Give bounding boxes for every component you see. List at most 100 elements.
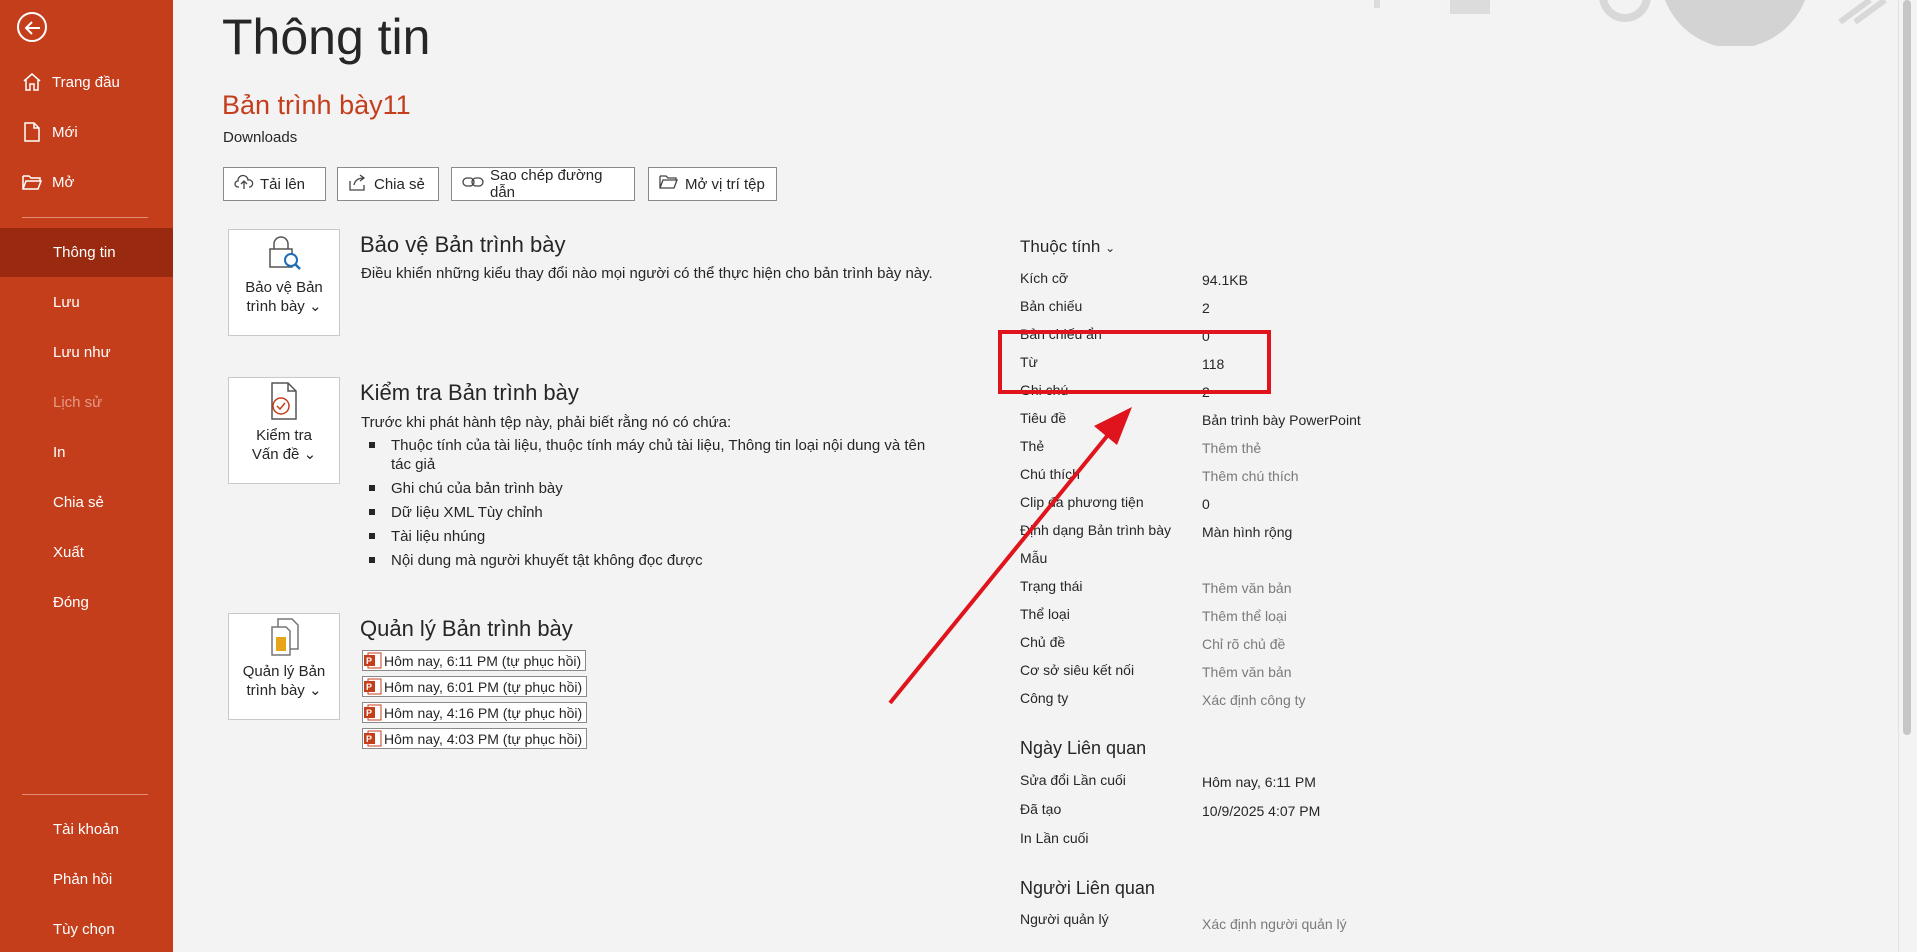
sidebar-divider — [22, 794, 148, 795]
chevron-down-icon: ⌄ — [308, 298, 322, 315]
list-item: Ghi chú của bản trình bày — [367, 479, 937, 498]
folder-icon — [659, 174, 679, 194]
sidebar-item-new[interactable]: Mới — [0, 109, 173, 155]
prop-value[interactable]: Bản trình bày PowerPoint — [1202, 412, 1361, 428]
powerpoint-file-icon: P — [364, 730, 382, 747]
backstage-sidebar: Trang đầu Mới Mở Thông tin Lưu Lưu như L… — [0, 0, 173, 952]
sidebar-item-label: Lưu — [53, 293, 80, 311]
sidebar-item-save[interactable]: Lưu — [0, 279, 173, 325]
home-icon — [21, 71, 43, 93]
prop-value: 2 — [1202, 300, 1210, 316]
manage-documents-icon — [266, 617, 302, 662]
sidebar-item-label: In — [53, 443, 66, 461]
chevron-down-icon: ⌄ — [303, 446, 317, 463]
prop-label: Người quản lý — [1020, 911, 1109, 927]
scrollbar-thumb[interactable] — [1903, 0, 1911, 735]
sidebar-item-options[interactable]: Tùy chọn — [0, 906, 173, 952]
hyperlink-base-field[interactable]: Thêm văn bản — [1202, 664, 1292, 680]
category-field[interactable]: Thêm thể loại — [1202, 608, 1287, 624]
comments-field[interactable]: Thêm chú thích — [1202, 468, 1299, 484]
sidebar-item-history: Lịch sử — [0, 379, 173, 425]
svg-text:P: P — [366, 682, 372, 692]
inspect-title: Kiểm tra Bản trình bày — [360, 380, 579, 405]
svg-text:P: P — [366, 734, 372, 744]
company-field[interactable]: Xác định công ty — [1202, 692, 1306, 708]
manage-button-label: Quản lý Bản — [242, 663, 326, 680]
autosave-version-item[interactable]: P Hôm nay, 4:16 PM (tự phục hồi) — [362, 702, 588, 723]
chevron-down-icon: ⌄ — [308, 682, 322, 699]
new-document-icon — [21, 121, 43, 143]
manager-field[interactable]: Xác định người quản lý — [1202, 916, 1347, 932]
prop-label: Bản chiếu — [1020, 298, 1083, 314]
open-file-location-button[interactable]: Mở vị trí tệp — [648, 167, 777, 201]
open-folder-icon — [21, 171, 43, 193]
autosave-version-item[interactable]: P Hôm nay, 6:11 PM (tự phục hồi) — [362, 650, 587, 671]
related-dates-header: Ngày Liên quan — [1020, 738, 1147, 758]
sidebar-item-save-as[interactable]: Lưu như — [0, 329, 173, 375]
properties-dropdown[interactable]: Thuộc tính ⌄ — [1020, 237, 1115, 257]
sidebar-item-label: Phản hồi — [53, 870, 113, 888]
prop-value: 94.1KB — [1202, 272, 1248, 288]
sidebar-item-label: Tùy chọn — [53, 920, 115, 938]
sidebar-item-account[interactable]: Tài khoản — [0, 806, 173, 852]
manage-title: Quản lý Bản trình bày — [360, 616, 573, 641]
annotation-highlight-box — [998, 330, 1271, 394]
autosave-version-item[interactable]: P Hôm nay, 6:01 PM (tự phục hồi) — [362, 676, 588, 697]
inspect-bullet-list: Thuộc tính của tài liệu, thuộc tính máy … — [367, 436, 937, 575]
inspect-button-label: Vấn đề — [251, 446, 300, 463]
sidebar-item-home[interactable]: Trang đầu — [0, 59, 173, 105]
prop-value: Màn hình rộng — [1202, 524, 1293, 540]
sidebar-item-label: Xuất — [53, 543, 84, 561]
document-name: Bản trình bày11 — [222, 90, 411, 120]
sidebar-item-label: Trang đầu — [52, 73, 120, 91]
share-button[interactable]: Chia sẻ — [337, 167, 439, 201]
prop-label: Sửa đổi Lần cuối — [1020, 772, 1126, 788]
sidebar-item-label: Thông tin — [53, 244, 116, 261]
sidebar-item-label: Lịch sử — [53, 393, 103, 411]
link-icon — [462, 175, 484, 193]
upload-button[interactable]: Tải lên — [223, 167, 326, 201]
protect-title: Bảo vệ Bản trình bày — [360, 232, 566, 257]
manage-presentation-button[interactable]: Quản lý Bản trình bày ⌄ — [228, 613, 340, 720]
check-for-issues-button[interactable]: Kiểm tra Vấn đề ⌄ — [228, 377, 340, 484]
chevron-down-icon: ⌄ — [1105, 241, 1116, 255]
tags-field[interactable]: Thêm thẻ — [1202, 440, 1261, 456]
sidebar-item-open[interactable]: Mở — [0, 159, 173, 205]
prop-value: 0 — [1202, 496, 1210, 512]
inspect-document-icon — [266, 381, 302, 426]
annotation-arrow — [888, 407, 1132, 705]
back-arrow-icon[interactable] — [17, 12, 47, 42]
document-path: Downloads — [223, 129, 298, 146]
powerpoint-file-icon: P — [364, 678, 382, 695]
sidebar-item-label: Lưu như — [53, 343, 111, 361]
sidebar-item-label: Chia sẻ — [53, 493, 104, 511]
sidebar-item-share[interactable]: Chia sẻ — [0, 479, 173, 525]
sidebar-item-label: Tài khoản — [53, 820, 119, 838]
protect-button-label: Bảo vệ Bản — [245, 279, 323, 296]
sidebar-item-label: Mới — [52, 123, 78, 141]
subject-field[interactable]: Chỉ rõ chủ đề — [1202, 636, 1285, 652]
sidebar-item-export[interactable]: Xuất — [0, 529, 173, 575]
svg-text:P: P — [366, 656, 372, 666]
cloud-upload-icon — [234, 174, 254, 194]
manage-button-label: trình bày — [246, 682, 305, 699]
autosave-version-item[interactable]: P Hôm nay, 4:03 PM (tự phục hồi) — [362, 728, 588, 749]
status-field[interactable]: Thêm văn bản — [1202, 580, 1292, 596]
sidebar-item-info[interactable]: Thông tin — [0, 228, 173, 277]
related-people-header: Người Liên quan — [1020, 878, 1155, 898]
page-title: Thông tin — [222, 9, 431, 65]
svg-text:P: P — [366, 708, 372, 718]
lock-magnifier-icon — [264, 233, 304, 278]
powerpoint-file-icon: P — [364, 704, 382, 721]
prop-label: Đã tạo — [1020, 801, 1062, 817]
prop-value: Hôm nay, 6:11 PM — [1202, 774, 1316, 790]
list-item: Dữ liệu XML Tùy chỉnh — [367, 503, 937, 522]
sidebar-item-feedback[interactable]: Phản hồi — [0, 856, 173, 902]
sidebar-item-close[interactable]: Đóng — [0, 579, 173, 625]
prop-label: Kích cỡ — [1020, 270, 1069, 286]
copy-path-button[interactable]: Sao chép đường dẫn — [451, 167, 635, 201]
protect-presentation-button[interactable]: Bảo vệ Bản trình bày ⌄ — [228, 229, 340, 336]
prop-label: In Lần cuối — [1020, 830, 1089, 846]
sidebar-item-label: Mở — [52, 173, 75, 191]
sidebar-item-print[interactable]: In — [0, 429, 173, 475]
